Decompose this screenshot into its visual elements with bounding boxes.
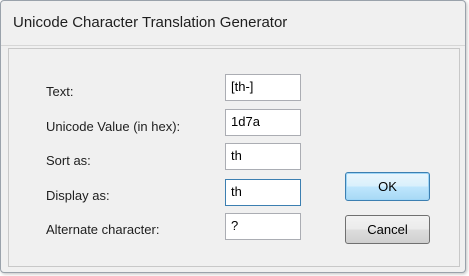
display-as-label: Display as: xyxy=(46,188,110,203)
title-bar[interactable]: Unicode Character Translation Generator xyxy=(1,1,465,46)
display-as-field[interactable]: th xyxy=(225,179,301,206)
sort-as-field[interactable]: th xyxy=(225,143,301,170)
alternate-character-field[interactable]: ? xyxy=(225,213,301,240)
text-label: Text: xyxy=(46,84,74,99)
sort-as-label: Sort as: xyxy=(46,153,91,168)
dialog-title: Unicode Character Translation Generator xyxy=(13,14,288,31)
unicode-value-label: Unicode Value (in hex): xyxy=(46,119,181,134)
ok-button[interactable]: OK xyxy=(345,172,430,201)
unicode-value-field[interactable]: 1d7a xyxy=(225,109,301,136)
cancel-button[interactable]: Cancel xyxy=(345,215,430,244)
dialog-content: Text: [th-] Unicode Value (in hex): 1d7a… xyxy=(8,48,460,267)
alternate-character-label: Alternate character: xyxy=(46,222,160,237)
dialog-window: Unicode Character Translation Generator … xyxy=(0,0,466,273)
text-field[interactable]: [th-] xyxy=(225,74,301,101)
